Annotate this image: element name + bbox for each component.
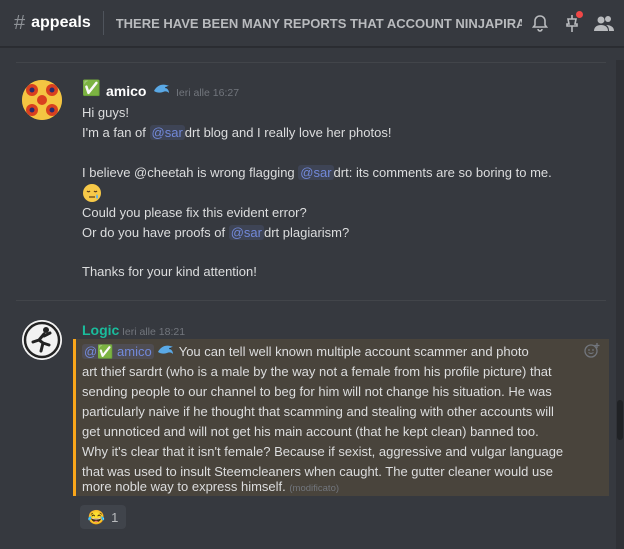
message-timestamp: Ieri alle 16:27 (176, 87, 240, 99)
scrollbar-track[interactable] (616, 60, 624, 549)
member-list-icon[interactable] (592, 11, 616, 35)
header-divider (102, 11, 104, 35)
verified-badge: ✅ (97, 344, 114, 359)
dolphin-icon (157, 343, 175, 363)
message-divider (16, 300, 606, 301)
edited-label: (modificato) (289, 483, 340, 494)
message-line: Or do you have proofs of @sar drt plagiar… (82, 225, 350, 240)
verified-badge: ✅ (82, 80, 101, 97)
unread-pin-dot (576, 11, 583, 18)
message-line: @✅ amico You can tell well known multipl… (82, 342, 529, 363)
message-divider (16, 62, 606, 63)
username[interactable]: amico (106, 83, 146, 99)
reaction-button[interactable]: 😂 1 (80, 505, 126, 529)
message-timestamp: Ieri alle 18:21 (122, 326, 186, 338)
avatar[interactable] (22, 320, 62, 360)
channel-hash-icon: # (14, 11, 26, 34)
message-line: get unnoticed and will not get his main … (82, 424, 539, 439)
channel-topic[interactable]: THERE HAVE BEEN MANY REPORTS THAT ACCOUN… (116, 16, 522, 31)
message-line: particularly naive if he thought that sc… (82, 404, 554, 419)
message-line: I'm a fan of @sar drt blog and I really l… (82, 125, 392, 140)
message-line: sending people to our channel to beg for… (82, 384, 552, 399)
channel-name[interactable]: appeals (31, 14, 91, 32)
message-line: more noble way to express himself. (modi… (82, 479, 340, 494)
user-mention[interactable]: @sar (149, 125, 185, 140)
dolphin-icon (153, 82, 171, 101)
header-toolbar (528, 11, 624, 35)
user-mention[interactable]: @✅ amico (82, 344, 154, 359)
message-line: Hi guys! (82, 105, 129, 120)
pinned-messages-icon[interactable] (560, 11, 584, 35)
avatar[interactable] (22, 80, 62, 120)
add-reaction-icon[interactable] (584, 342, 600, 363)
message-line: Thanks for your kind attention! (82, 264, 257, 279)
reaction-emoji: 😂 (87, 508, 106, 525)
notification-bell-icon[interactable] (528, 11, 552, 35)
username[interactable]: Logic (82, 322, 119, 338)
message-line: art thief sardrt (who is a male by the w… (82, 364, 552, 379)
user-mention[interactable]: @sar (298, 165, 334, 180)
reaction-count: 1 (111, 509, 119, 525)
message-line: Why it's clear that it isn't female? Bec… (82, 444, 564, 459)
user-mention[interactable]: @sar (228, 225, 264, 240)
message-line: Could you please fix this evident error? (82, 205, 307, 220)
message-line: I believe @cheetah is wrong flagging @sa… (82, 165, 552, 180)
scrollbar-thumb[interactable] (617, 400, 623, 440)
channel-header: # appeals THERE HAVE BEEN MANY REPORTS T… (0, 0, 624, 47)
